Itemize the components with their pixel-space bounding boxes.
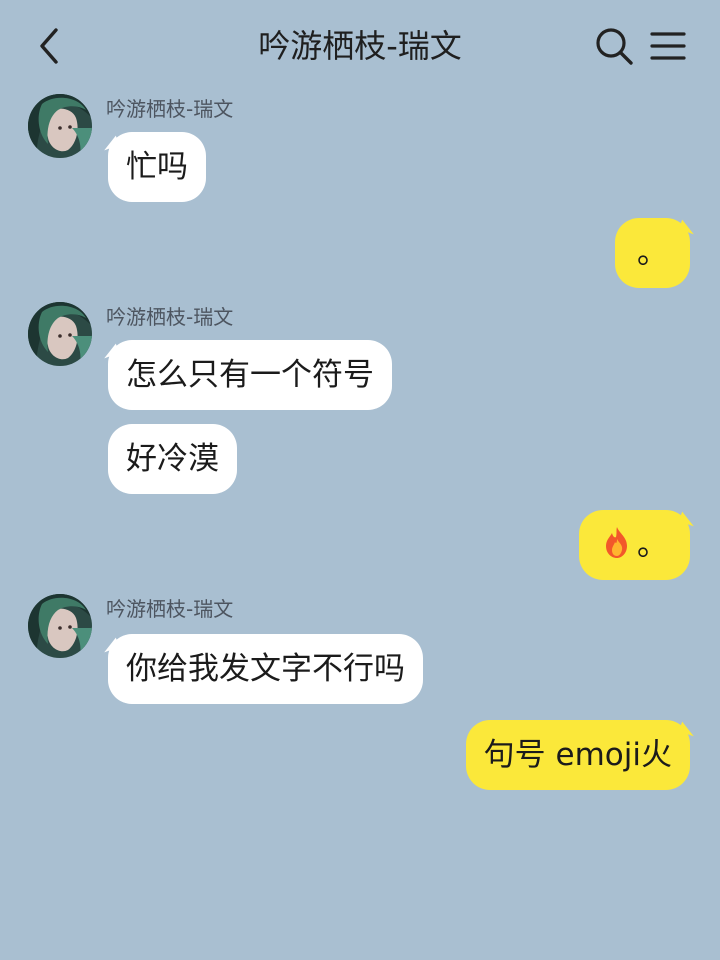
incoming-message[interactable]: 怎么只有一个符号: [108, 340, 392, 410]
outgoing-message[interactable]: 句号 emoji火: [465, 720, 690, 790]
message-text: 。: [637, 235, 668, 271]
message-text: 怎么只有一个符号: [126, 357, 374, 393]
avatar-image: [28, 302, 92, 366]
incoming-message[interactable]: 忙吗: [108, 132, 206, 202]
sender-name: 吟游栖枝-瑞文: [106, 597, 234, 621]
message-text: 好冷漠: [126, 441, 219, 477]
fire-emoji-icon: [601, 525, 633, 559]
incoming-message[interactable]: 你给我发文字不行吗: [108, 634, 423, 704]
avatar-image: [28, 594, 92, 658]
incoming-message[interactable]: 好冷漠: [108, 424, 237, 494]
search-icon: [596, 28, 633, 65]
avatar[interactable]: [28, 594, 92, 658]
message-text: 你给我发文字不行吗: [126, 651, 405, 687]
message-text: 句号 emoji火: [483, 737, 672, 773]
search-button[interactable]: [594, 26, 634, 66]
message-text: 忙吗: [126, 149, 188, 185]
chat-header: 吟游栖枝-瑞文: [0, 0, 720, 92]
outgoing-message[interactable]: 。: [615, 218, 690, 288]
sender-name: 吟游栖枝-瑞文: [106, 97, 234, 121]
avatar[interactable]: [28, 94, 92, 158]
menu-button[interactable]: [648, 28, 688, 64]
avatar-image: [28, 94, 92, 158]
message-text: 。: [637, 527, 668, 563]
outgoing-message[interactable]: 。: [579, 510, 690, 580]
avatar[interactable]: [28, 302, 92, 366]
menu-icon: [650, 32, 686, 60]
sender-name: 吟游栖枝-瑞文: [106, 305, 234, 329]
